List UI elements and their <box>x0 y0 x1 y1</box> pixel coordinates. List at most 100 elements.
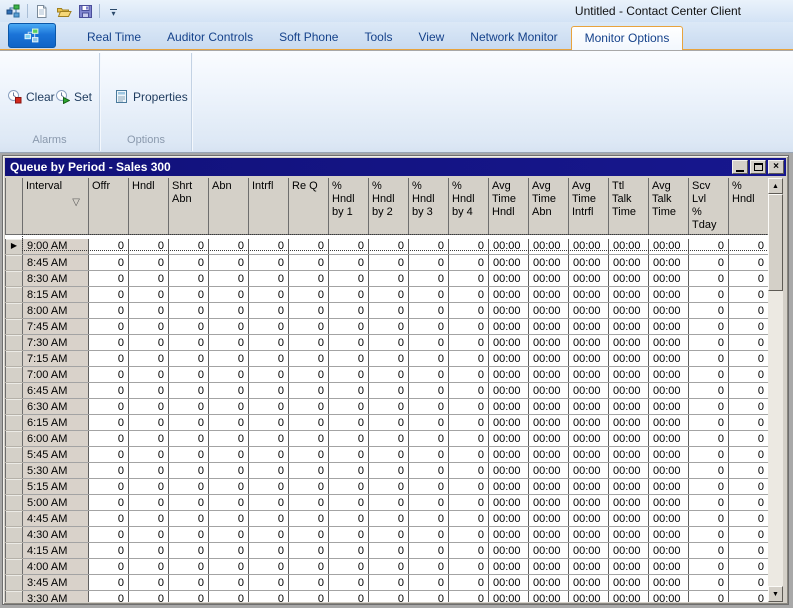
grid-cell[interactable]: 0 <box>89 367 129 383</box>
grid-cell[interactable]: 0 <box>129 463 169 479</box>
grid-cell[interactable]: 0 <box>409 431 449 447</box>
grid-cell[interactable]: 00:00 <box>569 271 609 287</box>
grid-cell[interactable]: 00:00 <box>609 335 649 351</box>
grid-cell[interactable]: 0 <box>89 239 129 255</box>
grid-cell[interactable]: 0 <box>729 319 769 335</box>
grid-cell[interactable]: 00:00 <box>569 431 609 447</box>
grid-cell[interactable]: 0 <box>89 255 129 271</box>
grid-cell[interactable]: 0 <box>209 431 249 447</box>
grid-cell[interactable]: 0 <box>449 415 489 431</box>
grid-cell[interactable]: 0 <box>289 383 329 399</box>
grid-cell[interactable]: 0 <box>729 543 769 559</box>
grid-cell[interactable]: 0 <box>449 351 489 367</box>
grid-cell[interactable]: 0 <box>129 239 169 255</box>
grid-cell[interactable]: 0 <box>209 463 249 479</box>
column-header[interactable]: Hndl <box>129 178 169 235</box>
grid-cell[interactable]: 0 <box>249 351 289 367</box>
grid-cell[interactable]: 00:00 <box>609 271 649 287</box>
grid-cell[interactable]: 00:00 <box>529 383 569 399</box>
grid-cell[interactable]: 0 <box>89 511 129 527</box>
grid-cell[interactable]: 0 <box>369 287 409 303</box>
row-selector[interactable] <box>6 463 23 479</box>
grid-cell[interactable]: 0 <box>129 335 169 351</box>
grid-cell[interactable]: 00:00 <box>649 463 689 479</box>
grid-cell-interval[interactable]: 5:15 AM <box>23 479 89 495</box>
grid-cell[interactable]: 0 <box>729 399 769 415</box>
grid-cell[interactable]: 00:00 <box>569 303 609 319</box>
row-selector[interactable] <box>6 351 23 367</box>
grid-cell[interactable]: 0 <box>209 335 249 351</box>
grid-cell[interactable]: 0 <box>369 383 409 399</box>
grid-cell[interactable]: 0 <box>449 575 489 591</box>
grid-cell[interactable]: 0 <box>329 335 369 351</box>
grid-cell[interactable]: 0 <box>409 415 449 431</box>
grid-cell[interactable]: 00:00 <box>609 239 649 255</box>
grid-cell[interactable]: 0 <box>369 559 409 575</box>
grid-cell[interactable]: 0 <box>289 415 329 431</box>
grid-cell[interactable]: 0 <box>329 591 369 603</box>
grid-cell[interactable]: 00:00 <box>489 335 529 351</box>
grid-cell[interactable]: 00:00 <box>609 479 649 495</box>
grid-cell[interactable]: 0 <box>449 479 489 495</box>
grid-cell[interactable]: 0 <box>249 447 289 463</box>
grid-cell[interactable]: 0 <box>329 575 369 591</box>
grid-cell[interactable]: 00:00 <box>489 303 529 319</box>
grid-cell-interval[interactable]: 5:30 AM <box>23 463 89 479</box>
grid-cell[interactable]: 0 <box>369 575 409 591</box>
grid-cell[interactable]: 0 <box>689 431 729 447</box>
grid-cell[interactable]: 00:00 <box>609 591 649 603</box>
grid-cell[interactable]: 00:00 <box>529 239 569 255</box>
grid-cell[interactable]: 0 <box>129 479 169 495</box>
grid-cell[interactable]: 0 <box>449 431 489 447</box>
grid-cell[interactable]: 0 <box>169 303 209 319</box>
grid-cell[interactable]: 0 <box>449 495 489 511</box>
grid-cell[interactable]: 0 <box>209 271 249 287</box>
grid-cell[interactable]: 0 <box>289 575 329 591</box>
column-header[interactable]: Shrt Abn <box>169 178 209 235</box>
grid-cell-interval[interactable]: 4:30 AM <box>23 527 89 543</box>
grid-cell[interactable]: 00:00 <box>649 319 689 335</box>
grid-cell[interactable]: 00:00 <box>609 287 649 303</box>
grid-cell[interactable]: 0 <box>689 543 729 559</box>
row-selector[interactable] <box>6 255 23 271</box>
grid-cell[interactable]: 0 <box>289 463 329 479</box>
grid-cell[interactable]: 0 <box>129 287 169 303</box>
grid-cell[interactable]: 0 <box>729 255 769 271</box>
grid-cell[interactable]: 0 <box>89 383 129 399</box>
grid-cell[interactable]: 0 <box>169 559 209 575</box>
grid-cell[interactable]: 00:00 <box>609 511 649 527</box>
row-selector[interactable] <box>6 399 23 415</box>
grid-cell[interactable]: 00:00 <box>529 367 569 383</box>
grid-cell[interactable]: 0 <box>689 287 729 303</box>
grid-cell[interactable]: 0 <box>249 335 289 351</box>
new-document-icon[interactable] <box>33 3 50 20</box>
grid-cell[interactable]: 0 <box>369 527 409 543</box>
grid-cell[interactable]: 0 <box>169 271 209 287</box>
grid-cell[interactable]: 00:00 <box>569 255 609 271</box>
grid-cell[interactable]: 00:00 <box>529 463 569 479</box>
grid-cell[interactable]: 00:00 <box>649 527 689 543</box>
grid-cell[interactable]: 0 <box>369 319 409 335</box>
column-header[interactable]: Avg Time Abn <box>529 178 569 235</box>
grid-cell[interactable]: 0 <box>409 239 449 255</box>
grid-cell[interactable]: 00:00 <box>649 511 689 527</box>
grid-cell[interactable]: 0 <box>289 239 329 255</box>
grid-cell[interactable]: 00:00 <box>609 367 649 383</box>
row-selector[interactable] <box>6 271 23 287</box>
grid-cell[interactable]: 0 <box>689 479 729 495</box>
row-selector[interactable]: ▶ <box>6 239 23 255</box>
grid-cell[interactable]: 0 <box>169 399 209 415</box>
grid-cell[interactable]: 00:00 <box>649 351 689 367</box>
column-header[interactable]: Scv Lvl % Tday <box>689 178 729 235</box>
save-icon[interactable] <box>77 3 94 20</box>
grid-cell[interactable]: 0 <box>89 271 129 287</box>
grid-cell[interactable]: 0 <box>729 383 769 399</box>
tab-soft-phone[interactable]: Soft Phone <box>266 26 351 49</box>
tab-network-monitor[interactable]: Network Monitor <box>457 26 570 49</box>
column-header[interactable]: Avg Talk Time <box>649 178 689 235</box>
grid-cell[interactable]: 0 <box>289 591 329 603</box>
grid-cell[interactable]: 0 <box>249 575 289 591</box>
maximize-button[interactable] <box>750 160 766 174</box>
grid-cell[interactable]: 00:00 <box>489 463 529 479</box>
grid-cell[interactable]: 0 <box>209 367 249 383</box>
